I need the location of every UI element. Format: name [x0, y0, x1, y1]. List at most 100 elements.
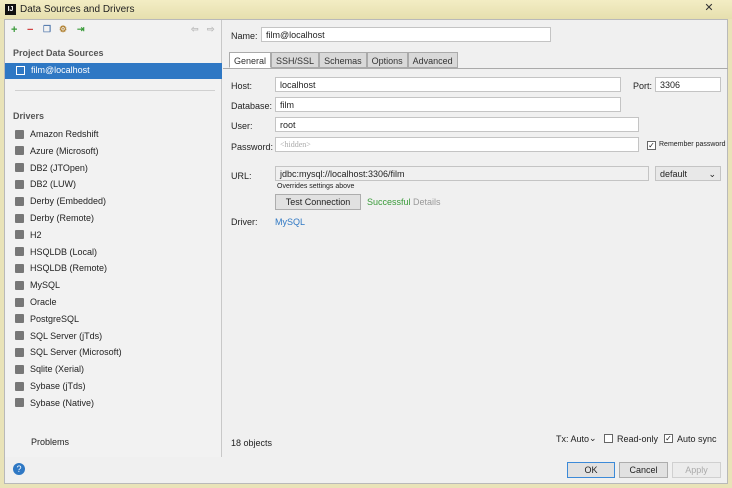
app-icon: IJ — [5, 4, 16, 15]
driver-item[interactable]: HSQLDB (Remote) — [15, 260, 107, 276]
url-hint: Overrides settings above — [277, 183, 355, 190]
title-bar: IJ Data Sources and Drivers ✕ — [0, 0, 732, 19]
cancel-button[interactable]: Cancel — [619, 462, 668, 478]
driver-icon — [15, 213, 24, 223]
driver-item[interactable]: Sqlite (Xerial) — [15, 361, 84, 377]
port-input[interactable]: 3306 — [655, 77, 721, 92]
duplicate-icon[interactable]: ❐ — [43, 24, 51, 35]
driver-label: SQL Server (Microsoft) — [30, 347, 122, 358]
remember-password-label: Remember password — [659, 141, 726, 148]
port-label: Port: — [633, 81, 653, 91]
driver-label: MySQL — [30, 280, 61, 291]
window-title: Data Sources and Drivers — [20, 4, 135, 15]
name-label: Name: — [231, 31, 258, 41]
password-label: Password: — [231, 142, 274, 152]
divider — [15, 90, 215, 91]
driver-icon — [15, 179, 24, 189]
url-mode-select[interactable]: default ⌄ — [655, 166, 721, 181]
driver-item[interactable]: Sybase (Native) — [15, 395, 94, 411]
driver-item[interactable]: SQL Server (Microsoft) — [15, 344, 122, 360]
driver-item[interactable]: Azure (Microsoft) — [15, 143, 99, 159]
auto-sync-checkbox[interactable]: ✓ — [664, 434, 673, 443]
apply-button[interactable]: Apply — [672, 462, 721, 478]
user-input[interactable]: root — [275, 117, 639, 132]
driver-icon — [15, 381, 24, 391]
driver-icon — [15, 129, 24, 139]
driver-icon — [15, 314, 24, 324]
host-input[interactable]: localhost — [275, 77, 621, 92]
driver-item[interactable]: HSQLDB (Local) — [15, 244, 97, 260]
test-status: Successful — [367, 197, 411, 207]
details-link[interactable]: Details — [413, 197, 441, 207]
driver-icon — [15, 196, 24, 206]
driver-item[interactable]: SQL Server (jTds) — [15, 328, 102, 344]
driver-label: Derby (Embedded) — [30, 196, 107, 207]
driver-label: Amazon Redshift — [30, 129, 99, 139]
url-label: URL: — [231, 171, 252, 181]
ok-button[interactable]: OK — [567, 462, 615, 478]
test-connection-button[interactable]: Test Connection — [275, 194, 361, 210]
driver-label: Oracle — [30, 297, 57, 307]
driver-icon — [15, 297, 24, 307]
driver-item[interactable]: MySQL — [15, 277, 60, 293]
driver-link[interactable]: MySQL — [275, 217, 305, 227]
driver-icon — [15, 331, 24, 341]
driver-item[interactable]: Sybase (jTds) — [15, 378, 86, 394]
datasource-item[interactable]: film@localhost — [5, 63, 222, 79]
driver-item[interactable]: Oracle — [15, 294, 57, 310]
remove-icon[interactable]: − — [27, 24, 33, 36]
name-input[interactable]: film@localhost — [261, 27, 551, 42]
section-project-data-sources: Project Data Sources — [13, 48, 104, 58]
password-input[interactable]: <hidden> — [275, 137, 639, 152]
section-drivers: Drivers — [13, 111, 45, 121]
driver-item[interactable]: DB2 (JTOpen) — [15, 160, 88, 176]
dialog: + − ❐ ⚙ ⇥ ⇦ ⇨ Project Data Sources film@… — [4, 19, 728, 484]
sidebar: + − ❐ ⚙ ⇥ ⇦ ⇨ Project Data Sources film@… — [5, 20, 222, 457]
driver-item[interactable]: Derby (Remote) — [15, 210, 94, 226]
problems-item[interactable]: Problems — [31, 437, 69, 447]
settings-icon[interactable]: ⚙ — [59, 24, 67, 35]
properties-panel: Name: film@localhost General SSH/SSL Sch… — [223, 20, 728, 457]
driver-icon — [15, 263, 24, 273]
driver-item[interactable]: H2 — [15, 227, 42, 243]
driver-icon — [15, 347, 24, 357]
driver-label: SQL Server (jTds) — [30, 330, 103, 341]
tab-general[interactable]: General — [229, 52, 272, 68]
url-input[interactable]: jdbc:mysql://localhost:3306/film — [275, 166, 649, 181]
driver-item[interactable]: DB2 (LUW) — [15, 176, 76, 192]
tab-schemas[interactable]: Schemas — [319, 52, 367, 68]
remember-password-checkbox[interactable]: ✓ — [647, 141, 656, 150]
driver-icon — [15, 280, 24, 290]
driver-item[interactable]: Derby (Embedded) — [15, 193, 106, 209]
driver-label: PostgreSQL — [30, 313, 80, 324]
driver-icon — [15, 146, 24, 156]
add-icon[interactable]: + — [11, 24, 17, 36]
read-only-label: Read-only — [617, 434, 659, 444]
tab-options[interactable]: Options — [366, 52, 408, 68]
tab-divider — [223, 68, 728, 69]
driver-item[interactable]: Amazon Redshift — [15, 126, 99, 142]
datasource-label: film@localhost — [31, 65, 90, 75]
driver-label: DB2 (JTOpen) — [30, 162, 88, 173]
driver-label: H2 — [30, 229, 42, 240]
close-button[interactable]: ✕ — [694, 1, 724, 16]
tab-ssh-ssl[interactable]: SSH/SSL — [271, 52, 320, 68]
tab-advanced[interactable]: Advanced — [407, 52, 458, 68]
datasource-icon — [16, 66, 25, 75]
read-only-checkbox[interactable] — [604, 434, 613, 443]
driver-item[interactable]: PostgreSQL — [15, 311, 79, 327]
driver-label: Driver: — [231, 217, 258, 227]
tx-mode-dropdown[interactable]: Tx: Auto — [556, 434, 589, 444]
back-icon[interactable]: ⇦ — [191, 24, 199, 35]
url-mode-value: default — [660, 169, 688, 179]
driver-label: Derby (Remote) — [30, 213, 95, 223]
import-icon[interactable]: ⇥ — [77, 24, 85, 35]
forward-icon[interactable]: ⇨ — [207, 24, 215, 35]
help-icon[interactable]: ? — [13, 463, 25, 475]
driver-label: Azure (Microsoft) — [30, 145, 99, 156]
driver-label: DB2 (LUW) — [30, 179, 77, 190]
user-label: User: — [231, 121, 253, 131]
tab-bar: General SSH/SSL Schemas Options Advanced — [229, 52, 458, 68]
driver-icon — [15, 398, 24, 408]
database-input[interactable]: film — [275, 97, 621, 112]
